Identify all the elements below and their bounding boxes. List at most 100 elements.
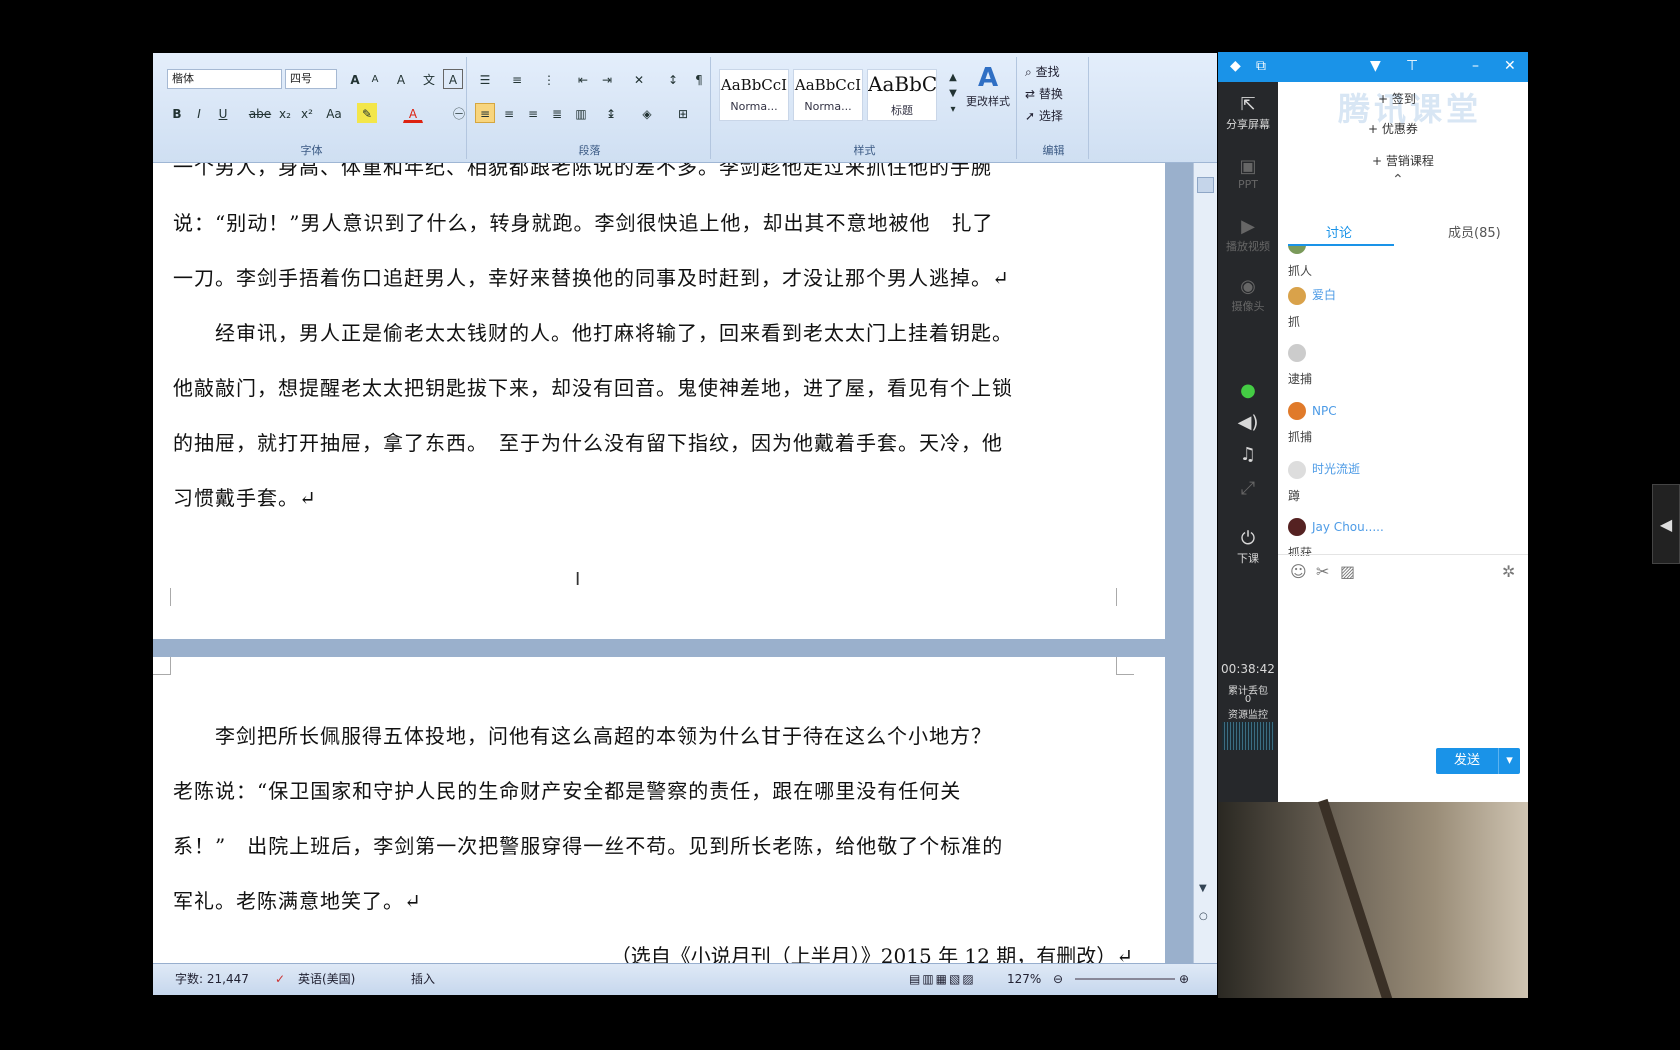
camera-button[interactable]: ◉ 摄像头: [1218, 276, 1278, 314]
text-line: 系！” 出院上班后，李剑第一次把警服穿得一丝不苟。见到所长老陈，给他敬了个标准的: [173, 834, 1004, 858]
menu-coupon[interactable]: + 优惠券: [1368, 120, 1418, 137]
document-area[interactable]: 一个男人，身高、体重和年纪、相貌都跟老陈说的差不多。李剑趁他走过来抓住他的手腕 …: [153, 163, 1217, 963]
image-icon[interactable]: ▨: [1340, 562, 1355, 581]
editing-group-label: 编辑: [1042, 144, 1065, 157]
language-status[interactable]: 英语(美国): [298, 968, 355, 990]
proofing-icon[interactable]: ✓: [275, 968, 285, 990]
style-heading[interactable]: AaBbC 标题: [867, 69, 937, 121]
popout-icon[interactable]: ⧉: [1256, 58, 1266, 74]
menu-marketing[interactable]: + 营销课程: [1372, 152, 1434, 169]
phonetic-icon[interactable]: 文: [419, 69, 439, 89]
subscript-button[interactable]: x₂: [275, 103, 295, 123]
enclose-char-icon[interactable]: ㊀: [449, 103, 469, 123]
vertical-scrollbar[interactable]: ▼ ○: [1193, 163, 1217, 963]
share-screen-icon: ⇱: [1240, 94, 1256, 115]
highlight-icon[interactable]: ✎: [357, 103, 377, 123]
align-left-icon[interactable]: ≡: [475, 103, 495, 123]
fullscreen-icon[interactable]: ⤢: [1218, 478, 1278, 500]
speaker-icon[interactable]: ◀): [1218, 412, 1278, 434]
play-video-label: 播放视频: [1226, 240, 1270, 253]
replace-button[interactable]: ⇄ 替换: [1025, 85, 1063, 102]
decrease-indent-icon[interactable]: ⇤: [573, 69, 593, 89]
end-class-button[interactable]: ⏻ 下课: [1218, 528, 1278, 566]
borders-icon[interactable]: ⊞: [673, 103, 693, 123]
align-right-icon[interactable]: ≡: [523, 103, 543, 123]
mic-icon[interactable]: ●: [1218, 380, 1278, 402]
chat-input[interactable]: [1278, 586, 1528, 742]
sort-icon[interactable]: ↕: [663, 69, 683, 89]
ppt-button[interactable]: ▣ PPT: [1218, 156, 1278, 191]
zoom-out-icon[interactable]: ⊖: [1053, 968, 1063, 990]
word-count[interactable]: 字数: 21,447: [175, 968, 249, 990]
avatar: [1288, 518, 1306, 536]
text-line: 他敲敲门，想提醒老太太把钥匙拔下来，却没有回音。鬼使神差地，进了屋，看见有个上锁: [173, 376, 1013, 400]
justify-icon[interactable]: ≣: [547, 103, 567, 123]
scissors-icon[interactable]: ✂: [1316, 562, 1329, 581]
menu-sign-in[interactable]: + 签到: [1378, 90, 1416, 107]
bold-button[interactable]: B: [167, 103, 187, 123]
chat-message: 爱白抓: [1288, 286, 1336, 330]
font-size-combo[interactable]: 四号: [285, 69, 337, 89]
tab-members[interactable]: 成员(85): [1448, 222, 1501, 241]
style-no-spacing[interactable]: AaBbCcI Norma...: [793, 69, 863, 121]
change-styles-button[interactable]: A 更改样式: [961, 63, 1015, 109]
increase-indent-icon[interactable]: ⇥: [597, 69, 617, 89]
underline-button[interactable]: U: [213, 103, 233, 123]
zoom-level[interactable]: 127%: [1007, 968, 1041, 990]
view-buttons-icon[interactable]: ▤▥▦▧▨: [909, 968, 976, 990]
style-preview: AaBbCcI: [794, 76, 862, 94]
play-video-button[interactable]: ▶ 播放视频: [1218, 216, 1278, 254]
browse-object-icon[interactable]: ○: [1199, 911, 1208, 922]
find-button[interactable]: ⌕ 查找: [1025, 63, 1060, 80]
select-label: 选择: [1038, 109, 1063, 123]
select-button[interactable]: ➚ 选择: [1025, 107, 1063, 124]
message-text: 逮捕: [1288, 372, 1313, 386]
font-family-combo[interactable]: 楷体: [167, 69, 282, 89]
line-spacing-icon[interactable]: ↨: [601, 103, 621, 123]
pin-icon[interactable]: ⊤: [1406, 58, 1418, 74]
expand-panel-icon[interactable]: ◀: [1652, 484, 1680, 564]
page-1[interactable]: 一个男人，身高、体重和年纪、相貌都跟老陈说的差不多。李剑趁他走过来抓住他的手腕 …: [153, 163, 1165, 639]
grow-font-button[interactable]: A: [345, 69, 365, 89]
share-screen-button[interactable]: ⇱ 分享屏幕: [1218, 94, 1278, 132]
insert-mode[interactable]: 插入: [411, 968, 435, 990]
bullets-icon[interactable]: ☰: [475, 69, 495, 89]
multilevel-list-icon[interactable]: ⋮: [539, 69, 559, 89]
scroll-thumb[interactable]: [1197, 177, 1214, 193]
strikethrough-button[interactable]: abe: [247, 103, 273, 123]
margin-mark: [1116, 588, 1134, 606]
tab-discussion[interactable]: 讨论: [1326, 222, 1352, 241]
minimize-icon[interactable]: –: [1472, 58, 1479, 74]
align-center-icon[interactable]: ≡: [499, 103, 519, 123]
send-button[interactable]: 发送 ▾: [1436, 748, 1520, 774]
page-2[interactable]: 李剑把所长佩服得五体投地，问他有这么高超的本领为什么甘于待在这么个小地方？ 老陈…: [153, 657, 1165, 963]
clear-format-button[interactable]: A: [391, 69, 411, 89]
shading-icon[interactable]: ◈: [637, 103, 657, 123]
shrink-font-button[interactable]: A: [365, 69, 385, 89]
text-line: 老陈说：“保卫国家和守护人民的生命财产安全都是警察的责任，跟在哪里没有任何关: [173, 779, 962, 803]
collapse-up-icon[interactable]: ⌃: [1392, 172, 1404, 188]
send-options-icon[interactable]: ▾: [1498, 748, 1520, 774]
close-icon[interactable]: ✕: [1504, 58, 1516, 74]
font-color-button[interactable]: A: [403, 103, 423, 123]
zoom-slider[interactable]: [1075, 978, 1175, 980]
settings-icon[interactable]: ✲: [1502, 562, 1515, 581]
show-marks-icon[interactable]: ¶: [689, 69, 709, 89]
scroll-down-icon[interactable]: ▼: [1199, 883, 1207, 894]
chinese-layout-icon[interactable]: ✕: [629, 69, 649, 89]
distributed-icon[interactable]: ▥: [571, 103, 591, 123]
resource-monitor-label: 资源监控: [1228, 710, 1268, 721]
music-icon[interactable]: ♫: [1218, 444, 1278, 466]
numbering-icon[interactable]: ≡: [507, 69, 527, 89]
change-case-button[interactable]: Aa: [321, 103, 347, 123]
superscript-button[interactable]: x²: [297, 103, 317, 123]
italic-button[interactable]: I: [189, 103, 209, 123]
zoom-in-icon[interactable]: ⊕: [1179, 968, 1189, 990]
styles-scroll-icon[interactable]: ▲ ▼ ▾: [943, 69, 963, 119]
collapse-icon[interactable]: ▼: [1370, 58, 1381, 74]
editing-group: ⌕ 查找 ⇄ 替换 ➚ 选择 编辑: [1019, 57, 1089, 159]
style-normal[interactable]: AaBbCcI Norma...: [719, 69, 789, 121]
message-list[interactable]: 抓人 爱白抓 逮捕 NPC 抓捕 时光流逝蹲 Jay Chou..... 抓获: [1278, 246, 1528, 556]
emoji-icon[interactable]: ☺: [1290, 562, 1307, 581]
char-border-button[interactable]: A: [443, 69, 463, 89]
